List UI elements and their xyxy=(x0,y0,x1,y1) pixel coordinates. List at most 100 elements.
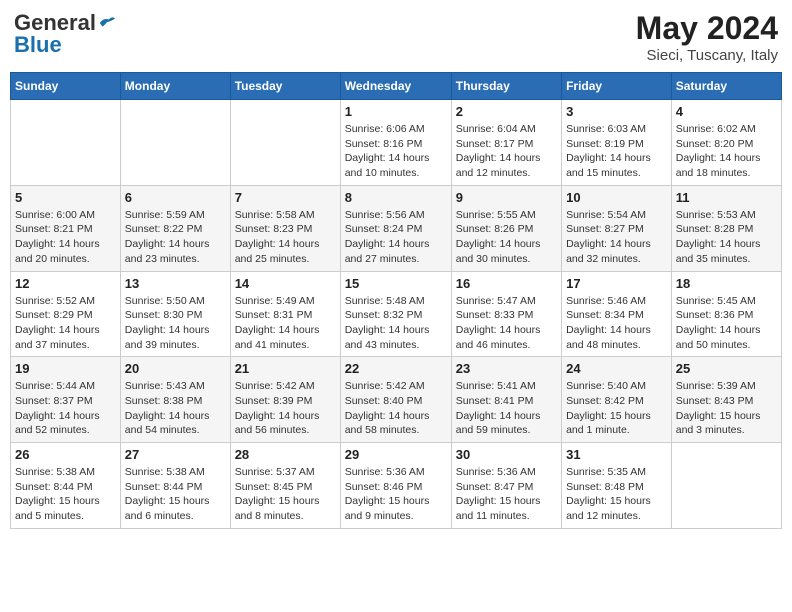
day-info: Sunrise: 5:47 AMSunset: 8:33 PMDaylight:… xyxy=(456,294,557,353)
day-info: Sunrise: 6:02 AMSunset: 8:20 PMDaylight:… xyxy=(676,122,777,181)
day-info: Sunrise: 5:58 AMSunset: 8:23 PMDaylight:… xyxy=(235,208,336,267)
weekday-header-wednesday: Wednesday xyxy=(340,73,451,100)
day-info: Sunrise: 5:49 AMSunset: 8:31 PMDaylight:… xyxy=(235,294,336,353)
day-info: Sunrise: 5:45 AMSunset: 8:36 PMDaylight:… xyxy=(676,294,777,353)
day-number: 25 xyxy=(676,361,777,376)
day-info: Sunrise: 5:55 AMSunset: 8:26 PMDaylight:… xyxy=(456,208,557,267)
day-cell: 4 Sunrise: 6:02 AMSunset: 8:20 PMDaylight… xyxy=(671,100,781,186)
weekday-header-saturday: Saturday xyxy=(671,73,781,100)
day-number: 19 xyxy=(15,361,116,376)
day-cell: 21 Sunrise: 5:42 AMSunset: 8:39 PMDayligh… xyxy=(230,357,340,443)
day-number: 6 xyxy=(125,190,226,205)
day-cell: 25 Sunrise: 5:39 AMSunset: 8:43 PMDayligh… xyxy=(671,357,781,443)
day-cell: 16 Sunrise: 5:47 AMSunset: 8:33 PMDayligh… xyxy=(451,271,561,357)
day-number: 2 xyxy=(456,104,557,119)
day-cell: 2 Sunrise: 6:04 AMSunset: 8:17 PMDaylight… xyxy=(451,100,561,186)
weekday-header-sunday: Sunday xyxy=(11,73,121,100)
page-header: General Blue May 2024 Sieci, Tuscany, It… xyxy=(10,10,782,64)
day-cell: 15Sunrise: 5:48 AMSunset: 8:32 PMDayligh… xyxy=(340,271,451,357)
week-row-4: 19Sunrise: 5:44 AMSunset: 8:37 PMDayligh… xyxy=(11,357,782,443)
day-number: 21 xyxy=(235,361,336,376)
day-number: 12 xyxy=(15,276,116,291)
weekday-header-tuesday: Tuesday xyxy=(230,73,340,100)
day-cell: 13 Sunrise: 5:50 AMSunset: 8:30 PMDayligh… xyxy=(120,271,230,357)
day-number: 7 xyxy=(235,190,336,205)
day-cell: 18 Sunrise: 5:45 AMSunset: 8:36 PMDayligh… xyxy=(671,271,781,357)
weekday-header-row: SundayMondayTuesdayWednesdayThursdayFrid… xyxy=(11,73,782,100)
day-cell: 19Sunrise: 5:44 AMSunset: 8:37 PMDayligh… xyxy=(11,357,121,443)
day-info: Sunrise: 5:35 AMSunset: 8:48 PMDaylight:… xyxy=(566,465,667,524)
day-number: 16 xyxy=(456,276,557,291)
day-number: 22 xyxy=(345,361,447,376)
logo: General Blue xyxy=(14,10,116,58)
day-cell: 17 Sunrise: 5:46 AMSunset: 8:34 PMDayligh… xyxy=(562,271,672,357)
day-info: Sunrise: 5:50 AMSunset: 8:30 PMDaylight:… xyxy=(125,294,226,353)
day-number: 26 xyxy=(15,447,116,462)
day-number: 11 xyxy=(676,190,777,205)
day-cell: 26 Sunrise: 5:38 AMSunset: 8:44 PMDayligh… xyxy=(11,443,121,529)
day-number: 18 xyxy=(676,276,777,291)
day-info: Sunrise: 5:53 AMSunset: 8:28 PMDaylight:… xyxy=(676,208,777,267)
day-number: 10 xyxy=(566,190,667,205)
day-cell: 6 Sunrise: 5:59 AMSunset: 8:22 PMDaylight… xyxy=(120,185,230,271)
day-number: 1 xyxy=(345,104,447,119)
day-info: Sunrise: 5:41 AMSunset: 8:41 PMDaylight:… xyxy=(456,379,557,438)
day-cell: 28 Sunrise: 5:37 AMSunset: 8:45 PMDayligh… xyxy=(230,443,340,529)
day-number: 13 xyxy=(125,276,226,291)
day-cell: 8Sunrise: 5:56 AMSunset: 8:24 PMDaylight… xyxy=(340,185,451,271)
day-info: Sunrise: 5:48 AMSunset: 8:32 PMDaylight:… xyxy=(345,294,447,353)
day-info: Sunrise: 5:42 AMSunset: 8:39 PMDaylight:… xyxy=(235,379,336,438)
day-cell: 20 Sunrise: 5:43 AMSunset: 8:38 PMDayligh… xyxy=(120,357,230,443)
day-number: 4 xyxy=(676,104,777,119)
day-info: Sunrise: 5:36 AMSunset: 8:46 PMDaylight:… xyxy=(345,465,447,524)
subtitle: Sieci, Tuscany, Italy xyxy=(636,47,778,64)
calendar-table: SundayMondayTuesdayWednesdayThursdayFrid… xyxy=(10,72,782,529)
logo-bird-icon xyxy=(98,14,116,32)
day-info: Sunrise: 5:38 AMSunset: 8:44 PMDaylight:… xyxy=(125,465,226,524)
day-cell: 30Sunrise: 5:36 AMSunset: 8:47 PMDayligh… xyxy=(451,443,561,529)
day-cell: 7 Sunrise: 5:58 AMSunset: 8:23 PMDaylight… xyxy=(230,185,340,271)
day-info: Sunrise: 5:38 AMSunset: 8:44 PMDaylight:… xyxy=(15,465,116,524)
weekday-header-monday: Monday xyxy=(120,73,230,100)
day-info: Sunrise: 5:40 AMSunset: 8:42 PMDaylight:… xyxy=(566,379,667,438)
day-info: Sunrise: 5:39 AMSunset: 8:43 PMDaylight:… xyxy=(676,379,777,438)
day-info: Sunrise: 5:36 AMSunset: 8:47 PMDaylight:… xyxy=(456,465,557,524)
day-number: 28 xyxy=(235,447,336,462)
day-cell xyxy=(120,100,230,186)
week-row-5: 26 Sunrise: 5:38 AMSunset: 8:44 PMDayligh… xyxy=(11,443,782,529)
week-row-3: 12 Sunrise: 5:52 AMSunset: 8:29 PMDayligh… xyxy=(11,271,782,357)
day-info: Sunrise: 5:43 AMSunset: 8:38 PMDaylight:… xyxy=(125,379,226,438)
day-cell: 5 Sunrise: 6:00 AMSunset: 8:21 PMDaylight… xyxy=(11,185,121,271)
day-cell xyxy=(230,100,340,186)
day-number: 5 xyxy=(15,190,116,205)
day-info: Sunrise: 5:59 AMSunset: 8:22 PMDaylight:… xyxy=(125,208,226,267)
day-number: 24 xyxy=(566,361,667,376)
day-info: Sunrise: 5:37 AMSunset: 8:45 PMDaylight:… xyxy=(235,465,336,524)
day-info: Sunrise: 6:06 AMSunset: 8:16 PMDaylight:… xyxy=(345,122,447,181)
day-info: Sunrise: 5:46 AMSunset: 8:34 PMDaylight:… xyxy=(566,294,667,353)
day-info: Sunrise: 6:00 AMSunset: 8:21 PMDaylight:… xyxy=(15,208,116,267)
day-info: Sunrise: 5:54 AMSunset: 8:27 PMDaylight:… xyxy=(566,208,667,267)
day-cell xyxy=(671,443,781,529)
day-cell: 23 Sunrise: 5:41 AMSunset: 8:41 PMDayligh… xyxy=(451,357,561,443)
day-cell: 14 Sunrise: 5:49 AMSunset: 8:31 PMDayligh… xyxy=(230,271,340,357)
logo-blue-text: Blue xyxy=(14,32,62,58)
title-block: May 2024 Sieci, Tuscany, Italy xyxy=(636,10,778,64)
day-cell: 11 Sunrise: 5:53 AMSunset: 8:28 PMDayligh… xyxy=(671,185,781,271)
day-cell: 12 Sunrise: 5:52 AMSunset: 8:29 PMDayligh… xyxy=(11,271,121,357)
day-number: 14 xyxy=(235,276,336,291)
day-info: Sunrise: 5:52 AMSunset: 8:29 PMDaylight:… xyxy=(15,294,116,353)
day-number: 31 xyxy=(566,447,667,462)
day-cell: 1 Sunrise: 6:06 AMSunset: 8:16 PMDaylight… xyxy=(340,100,451,186)
day-number: 23 xyxy=(456,361,557,376)
day-number: 20 xyxy=(125,361,226,376)
day-number: 9 xyxy=(456,190,557,205)
day-number: 27 xyxy=(125,447,226,462)
day-number: 3 xyxy=(566,104,667,119)
day-number: 17 xyxy=(566,276,667,291)
day-info: Sunrise: 6:04 AMSunset: 8:17 PMDaylight:… xyxy=(456,122,557,181)
day-cell: 22Sunrise: 5:42 AMSunset: 8:40 PMDayligh… xyxy=(340,357,451,443)
day-cell: 3Sunrise: 6:03 AMSunset: 8:19 PMDaylight… xyxy=(562,100,672,186)
day-cell xyxy=(11,100,121,186)
day-number: 29 xyxy=(345,447,447,462)
